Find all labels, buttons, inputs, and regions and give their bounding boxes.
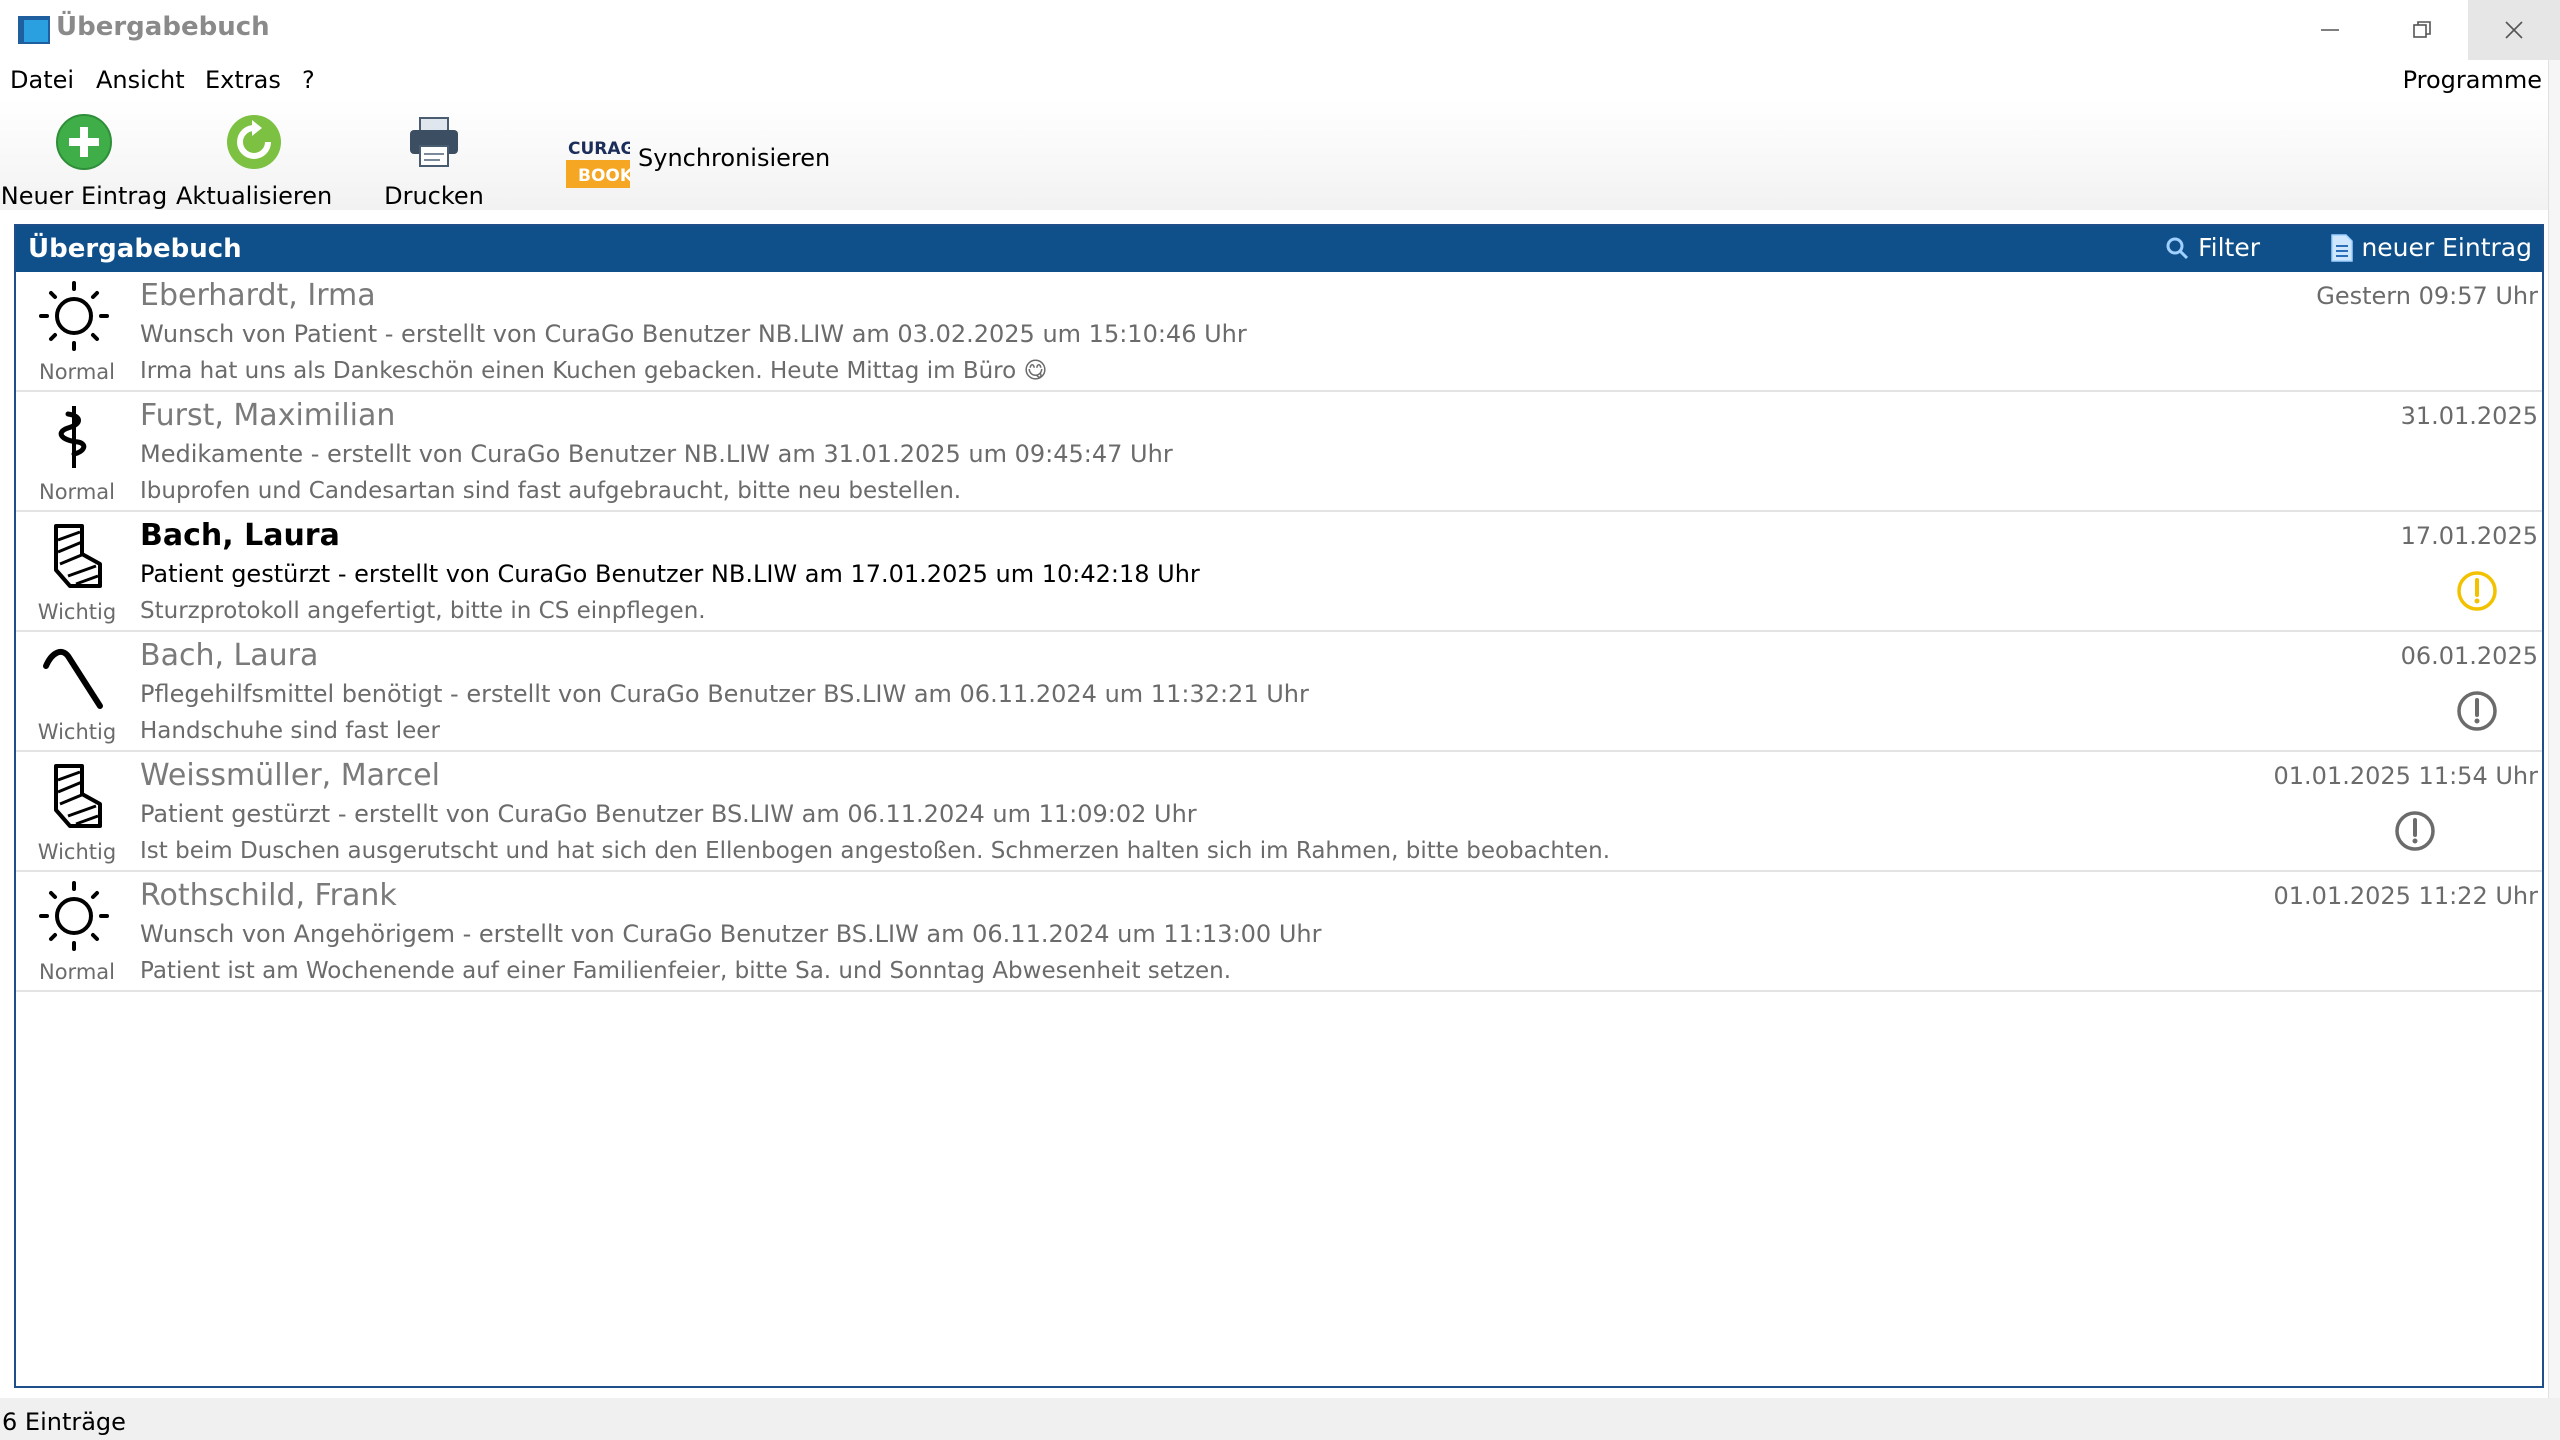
refresh-label: Aktualisieren xyxy=(176,182,333,210)
table-row[interactable]: Normal Furst, Maximilian Medikamente - e… xyxy=(16,392,2542,512)
table-row[interactable]: Wichtig Bach, Laura Patient gestürzt - e… xyxy=(16,512,2542,632)
patient-name: Weissmüller, Marcel xyxy=(140,758,440,793)
table-row[interactable]: Wichtig Weissmüller, Marcel Patient gest… xyxy=(16,752,2542,872)
entry-date: 01.01.2025 11:54 Uhr xyxy=(2273,762,2538,790)
priority-label: Wichtig xyxy=(37,600,117,624)
curago-book-logo[interactable]: CURAGO BOOK xyxy=(566,130,649,190)
entry-date: 06.01.2025 xyxy=(2400,642,2538,670)
priority-label: Normal xyxy=(39,480,115,504)
patient-name: Furst, Maximilian xyxy=(140,398,396,433)
window-edge xyxy=(2548,60,2560,1400)
refresh-icon xyxy=(227,115,281,169)
entry-note: Ibuprofen und Candesartan sind fast aufg… xyxy=(140,478,962,504)
search-icon xyxy=(2166,237,2189,259)
table-row[interactable]: Wichtig Bach, Laura Pflegehilfsmittel be… xyxy=(16,632,2542,752)
cast-leg-icon xyxy=(54,764,102,828)
entry-count: 6 Einträge xyxy=(2,1408,126,1436)
entry-subtitle: Pflegehilfsmittel benötigt - erstellt vo… xyxy=(140,680,1309,708)
priority-label: Normal xyxy=(39,960,115,984)
menu-programme[interactable]: Programme xyxy=(2403,66,2542,94)
priority-label: Wichtig xyxy=(37,720,117,744)
entry-subtitle: Wunsch von Angehörigem - erstellt von Cu… xyxy=(140,920,1322,948)
new-entry-button[interactable]: Neuer Eintrag xyxy=(0,110,168,210)
entry-subtitle: Patient gestürzt - erstellt von CuraGo B… xyxy=(140,560,1200,588)
toolbar: Neuer Eintrag Aktualisieren Drucken CURA… xyxy=(0,100,2560,210)
menu-help[interactable]: ? xyxy=(302,66,315,94)
restore-button[interactable] xyxy=(2378,0,2466,60)
panel-title: Übergabebuch xyxy=(28,234,242,264)
table-row[interactable]: Normal Eberhardt, Irma Wunsch von Patien… xyxy=(16,272,2542,392)
warning-grey-icon xyxy=(2457,691,2497,731)
table-row[interactable]: Normal Rothschild, Frank Wunsch von Ange… xyxy=(16,872,2542,992)
priority-label: Wichtig xyxy=(37,840,117,864)
document-icon xyxy=(2331,233,2354,262)
new-entry-label: Neuer Eintrag xyxy=(0,182,168,210)
logo-top-text: CURAGO xyxy=(568,139,630,159)
patient-name: Bach, Laura xyxy=(140,638,319,673)
printer-icon xyxy=(410,117,458,167)
print-button[interactable]: Drucken xyxy=(374,110,494,210)
menu-ansicht[interactable]: Ansicht xyxy=(96,66,185,94)
cast-leg-icon xyxy=(54,524,102,588)
patient-name: Rothschild, Frank xyxy=(140,878,397,913)
new-entry-link-label: neuer Eintrag xyxy=(2361,233,2532,262)
caduceus-icon xyxy=(58,406,87,468)
status-bar: 6 Einträge xyxy=(0,1398,2560,1440)
filter-button[interactable]: Filter xyxy=(2164,233,2260,262)
plus-circle-icon xyxy=(56,114,112,170)
sun-icon xyxy=(39,281,109,351)
entry-note: Handschuhe sind fast leer xyxy=(140,718,440,744)
restore-icon xyxy=(2413,21,2431,38)
entry-date: 17.01.2025 xyxy=(2400,522,2538,550)
entry-date: 31.01.2025 xyxy=(2400,402,2538,430)
panel-header: Übergabebuch Filter neuer Eintrag xyxy=(16,226,2542,272)
title-bar: Übergabebuch xyxy=(0,0,2560,60)
handover-panel: Übergabebuch Filter neuer Eintrag Normal… xyxy=(14,224,2544,1388)
filter-label: Filter xyxy=(2198,233,2260,262)
patient-name: Bach, Laura xyxy=(140,518,340,553)
sun-icon xyxy=(39,881,109,951)
minimize-button[interactable] xyxy=(2286,0,2374,60)
entry-list: Normal Eberhardt, Irma Wunsch von Patien… xyxy=(16,272,2542,992)
entry-date: Gestern 09:57 Uhr xyxy=(2316,282,2538,310)
app-book-icon xyxy=(18,16,50,44)
entry-note: Ist beim Duschen ausgerutscht und hat si… xyxy=(140,838,1611,864)
entry-subtitle: Patient gestürzt - erstellt von CuraGo B… xyxy=(140,800,1197,828)
menu-datei[interactable]: Datei xyxy=(10,66,74,94)
entry-subtitle: Medikamente - erstellt von CuraGo Benutz… xyxy=(140,440,1173,468)
print-label: Drucken xyxy=(384,182,484,210)
patient-name: Eberhardt, Irma xyxy=(140,278,376,313)
entry-note: Patient ist am Wochenende auf einer Fami… xyxy=(140,958,1232,984)
menu-bar: Datei Ansicht Extras ? xyxy=(0,66,2560,100)
close-button[interactable] xyxy=(2468,0,2560,60)
logo-bottom-text: BOOK xyxy=(578,166,630,186)
window-title: Übergabebuch xyxy=(56,12,270,42)
minimize-icon xyxy=(2321,29,2339,31)
refresh-button[interactable]: Aktualisieren xyxy=(176,110,332,210)
sync-button[interactable]: Synchronisieren xyxy=(638,144,830,172)
entry-date: 01.01.2025 11:22 Uhr xyxy=(2273,882,2538,910)
close-icon xyxy=(2505,21,2523,39)
warning-yellow-icon xyxy=(2457,571,2497,611)
menu-extras[interactable]: Extras xyxy=(205,66,281,94)
warning-grey-icon xyxy=(2395,811,2435,851)
new-entry-link[interactable]: neuer Eintrag xyxy=(2331,233,2532,262)
walking-cane-icon xyxy=(43,648,103,709)
entry-note: Irma hat uns als Dankeschön einen Kuchen… xyxy=(140,358,1048,384)
priority-label: Normal xyxy=(39,360,115,384)
entry-note: Sturzprotokoll angefertigt, bitte in CS … xyxy=(140,598,706,624)
entry-subtitle: Wunsch von Patient - erstellt von CuraGo… xyxy=(140,320,1247,348)
curago-logo-icon: CURAGO BOOK xyxy=(566,139,649,188)
